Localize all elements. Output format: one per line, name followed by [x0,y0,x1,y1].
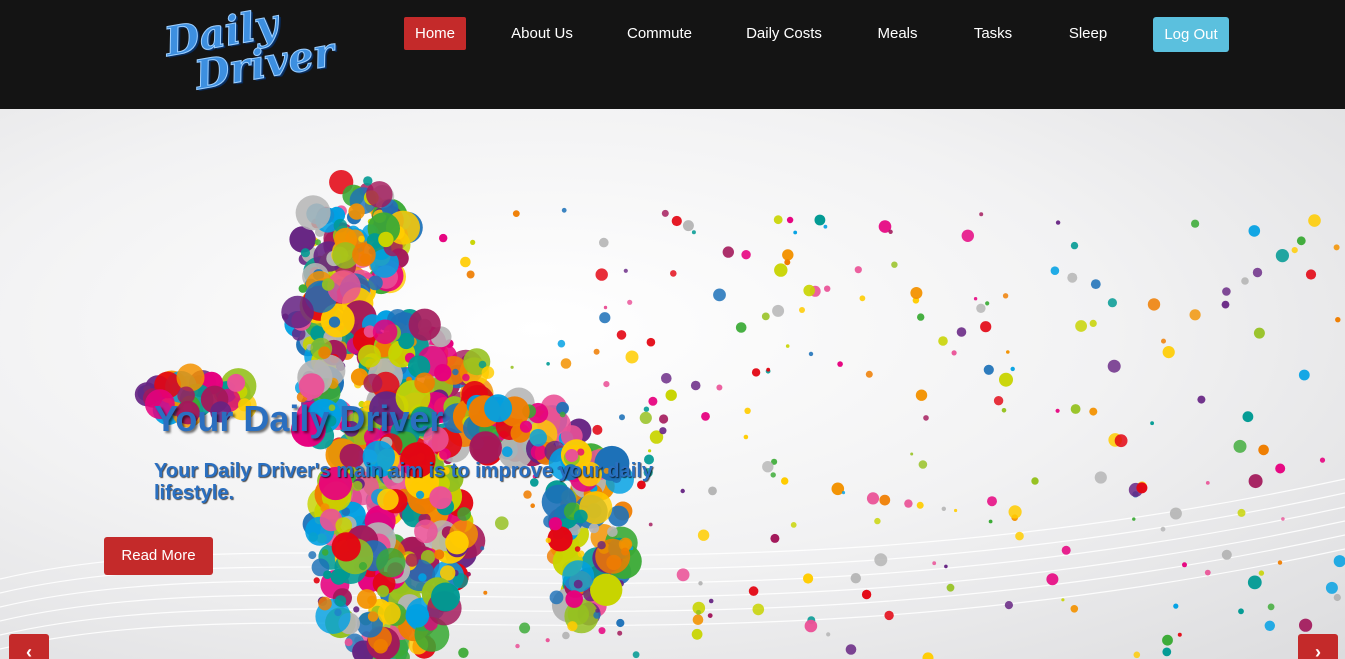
nav-sleep[interactable]: Sleep [1062,17,1114,50]
logout-button[interactable]: Log Out [1153,17,1229,52]
nav-tasks[interactable]: Tasks [966,17,1020,50]
daily-driver-logo[interactable]: Daily Driver [159,0,338,111]
nav-daily-costs[interactable]: Daily Costs [740,17,828,50]
carousel-next-button[interactable]: › [1298,634,1338,659]
nav-home[interactable]: Home [404,17,466,50]
colorful-dots-figure-illustration [0,170,1345,659]
chevron-left-icon: ‹ [26,642,32,659]
chevron-right-icon: › [1315,642,1321,659]
hero-title: Your Daily Driver [154,398,444,439]
top-navbar: Daily Driver Home About Us Commute Daily… [0,0,1345,109]
carousel-prev-button[interactable]: ‹ [9,634,49,659]
hero-carousel: Your Daily Driver Your Daily Driver's ma… [0,109,1345,659]
nav-meals[interactable]: Meals [870,17,925,50]
nav-about-us[interactable]: About Us [505,17,579,50]
nav-commute[interactable]: Commute [622,17,697,50]
read-more-button[interactable]: Read More [104,537,213,575]
hero-subtitle: Your Daily Driver's main aim is to impro… [154,460,653,504]
